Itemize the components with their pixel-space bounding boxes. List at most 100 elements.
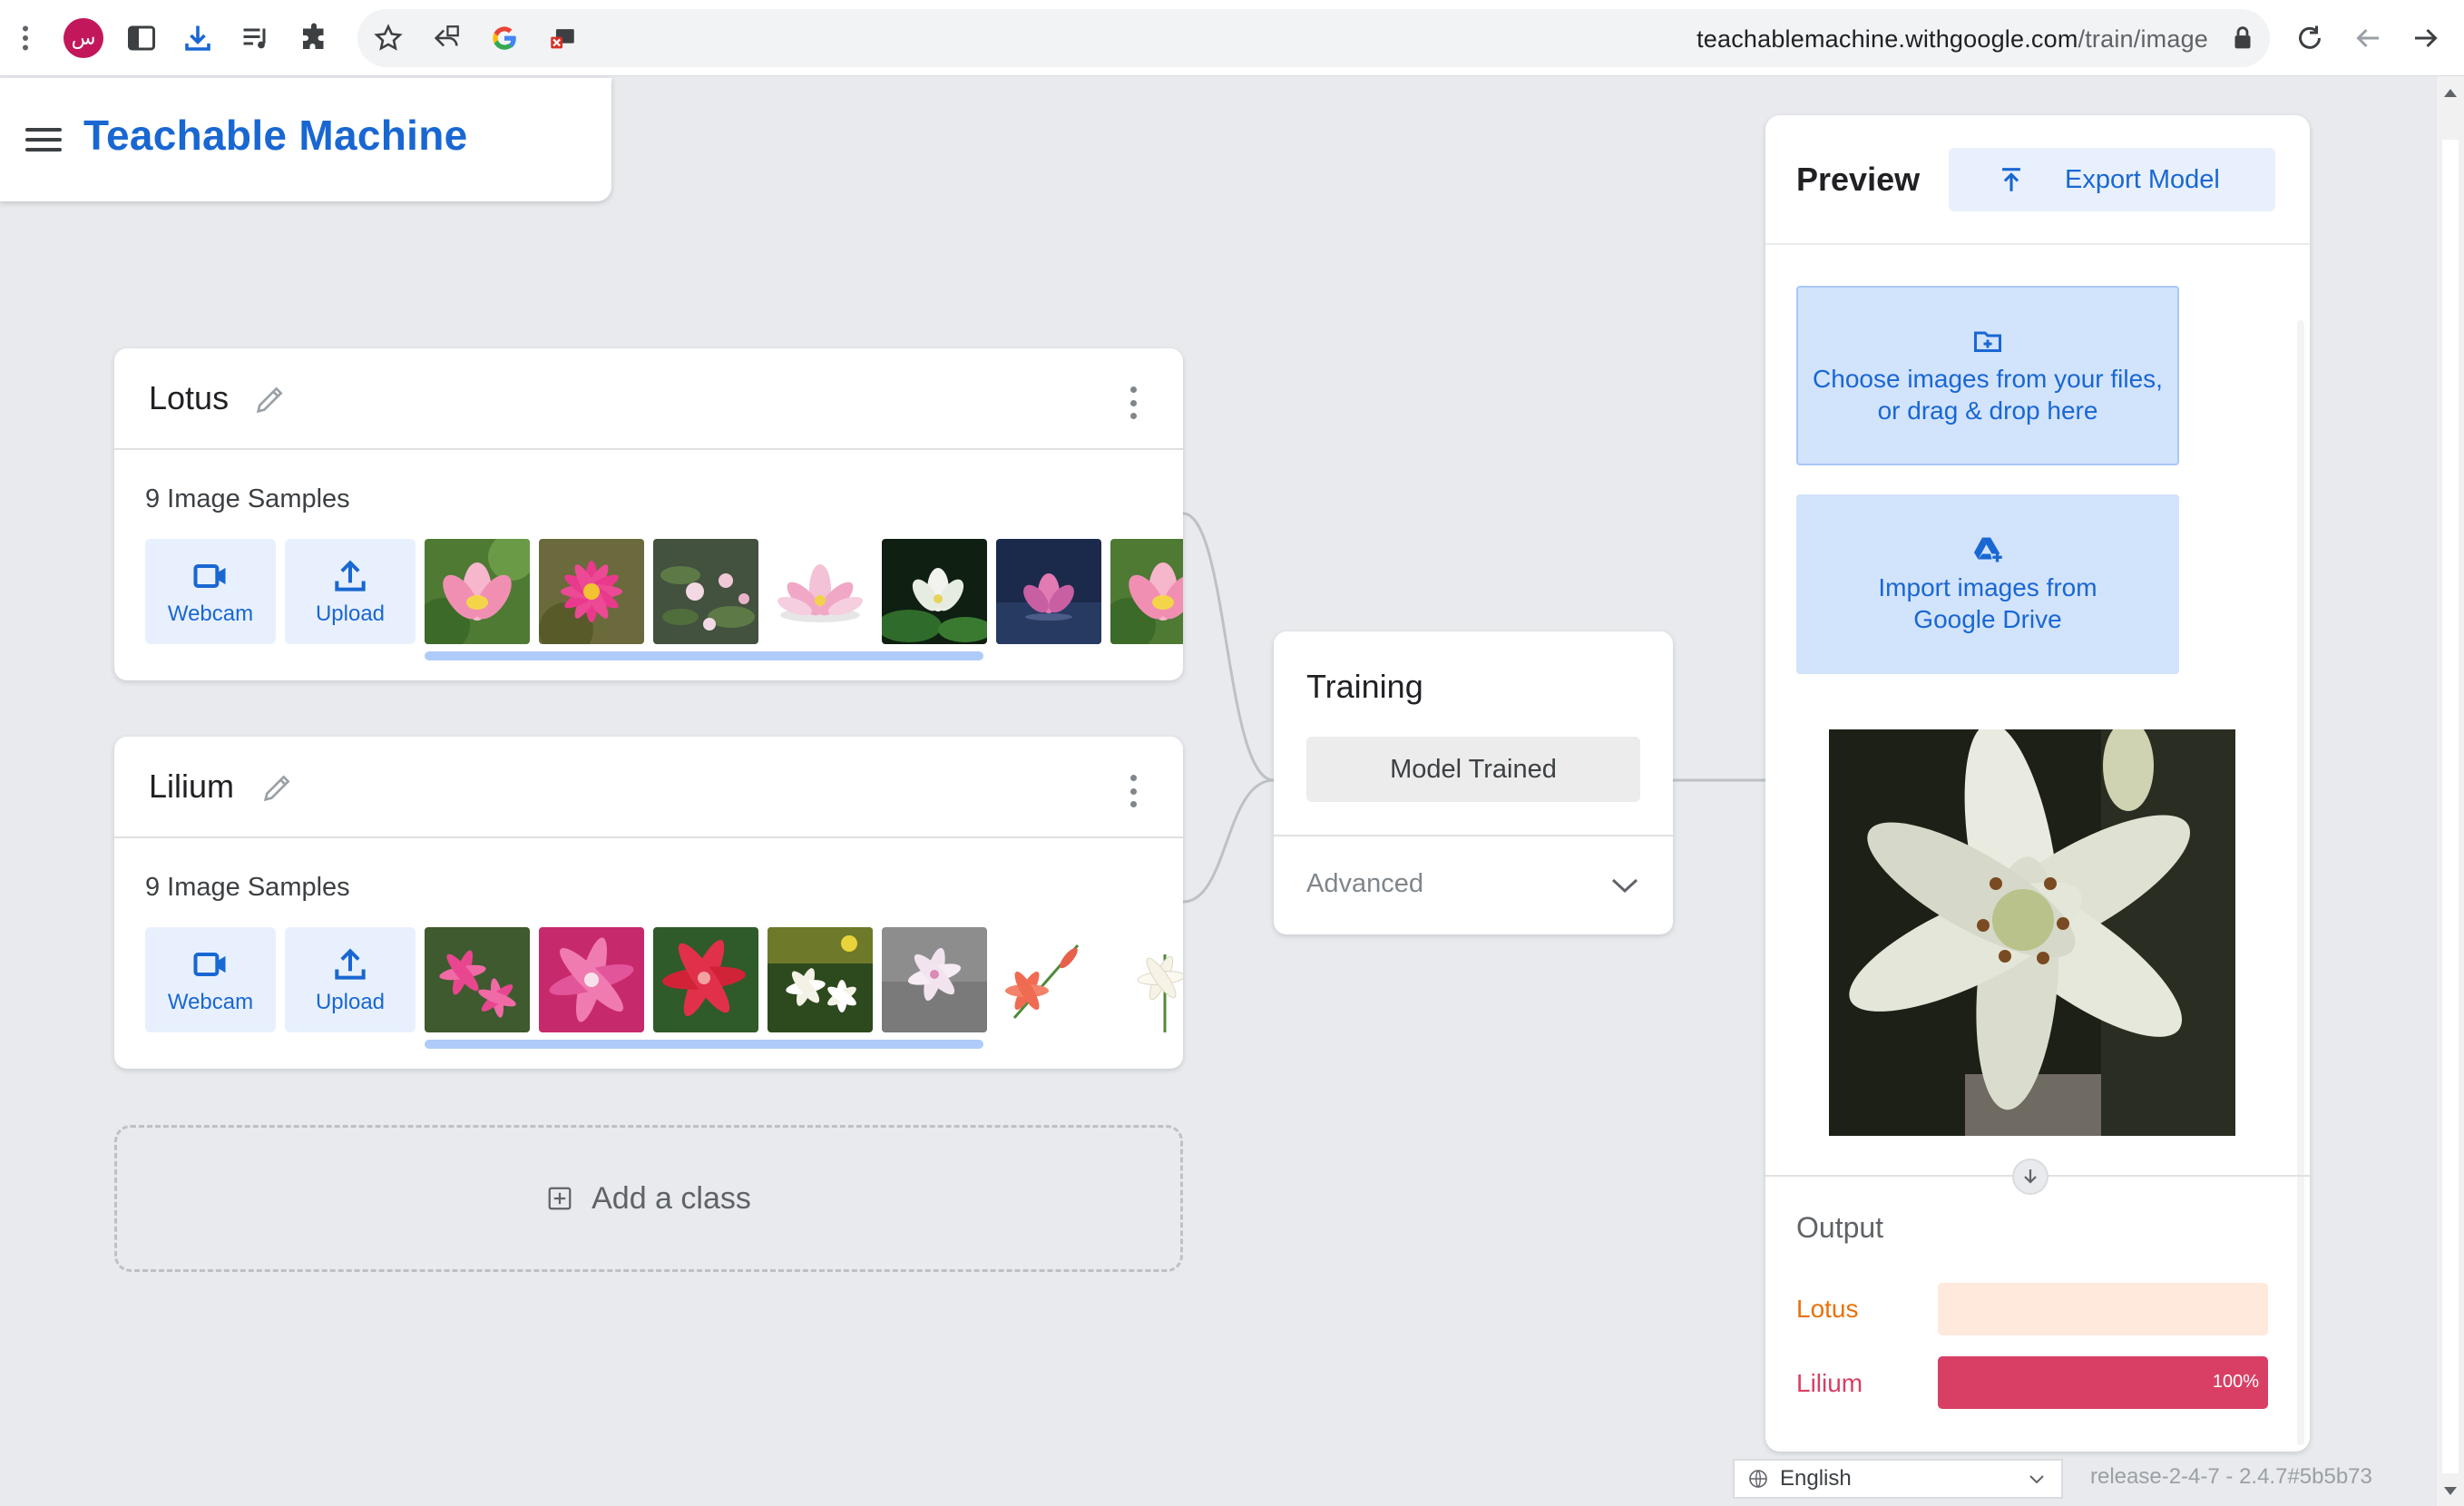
- upload-label: Upload: [315, 601, 386, 626]
- back-arrow-icon[interactable]: [2346, 16, 2390, 60]
- scroll-down-arrow-icon[interactable]: [2444, 1487, 2457, 1495]
- browser-menu-icon[interactable]: [4, 16, 47, 60]
- choose-files-line2: or drag & drop here: [1877, 396, 2098, 425]
- google-drive-import[interactable]: Import images from Google Drive: [1796, 494, 2179, 674]
- release-version: release-2-4-7 - 2.4.7#5b5b73: [2090, 1464, 2372, 1489]
- output-bar-lilium: 100%: [1938, 1356, 2268, 1409]
- share-icon[interactable]: [425, 16, 468, 60]
- chevron-down-icon: [2029, 1475, 2044, 1484]
- class-card-lotus: Lotus 9 Image Samples Webcam Upload: [114, 348, 1183, 680]
- webcam-button[interactable]: Webcam: [145, 539, 276, 644]
- media-control-icon[interactable]: [234, 16, 278, 60]
- sample-image[interactable]: [425, 539, 530, 644]
- advanced-label: Advanced: [1306, 869, 1423, 898]
- webcam-label: Webcam: [167, 601, 254, 626]
- sample-image[interactable]: [882, 539, 987, 644]
- sample-thumbnails[interactable]: [425, 927, 1183, 1032]
- add-class-button[interactable]: Add a class: [114, 1125, 1183, 1272]
- add-box-icon: [548, 1187, 572, 1210]
- browser-toolbar: س teachablemachine.withgoogle.com/train/…: [0, 0, 2464, 76]
- class-name[interactable]: Lilium: [149, 768, 234, 806]
- profile-avatar[interactable]: س: [64, 18, 103, 58]
- webcam-label: Webcam: [167, 990, 254, 1014]
- preview-title: Preview: [1796, 161, 1921, 198]
- forward-arrow-icon[interactable]: [2404, 16, 2448, 60]
- edit-pencil-icon[interactable]: [252, 381, 288, 417]
- class-name[interactable]: Lotus: [149, 379, 229, 417]
- output-title: Output: [1796, 1211, 1884, 1244]
- class-card-lilium: Lilium 9 Image Samples Webcam Upload: [114, 737, 1183, 1069]
- training-card: Training Model Trained Advanced: [1274, 631, 1673, 934]
- google-drive-add-icon: [1974, 537, 2002, 562]
- class-card-body: 9 Image Samples Webcam Upload: [114, 450, 1183, 680]
- webcam-icon: [193, 952, 226, 977]
- class-card-header: Lotus: [114, 348, 1183, 450]
- sample-image[interactable]: [768, 927, 873, 1032]
- divider: [1274, 835, 1673, 836]
- edit-pencil-icon[interactable]: [259, 769, 296, 806]
- sample-image[interactable]: [996, 539, 1101, 644]
- google-lens-icon[interactable]: [483, 16, 526, 60]
- training-title: Training: [1306, 668, 1423, 705]
- language-value: English: [1780, 1466, 1852, 1491]
- sample-image[interactable]: [539, 927, 644, 1032]
- app-title[interactable]: Teachable Machine: [83, 111, 468, 160]
- choose-files-dropzone[interactable]: Choose images from your files, or drag &…: [1796, 286, 2179, 465]
- sample-image[interactable]: [1110, 927, 1183, 1032]
- drive-line2: Google Drive: [1913, 605, 2062, 633]
- thumbnail-scrollbar[interactable]: [425, 1040, 983, 1049]
- hamburger-menu-icon[interactable]: [25, 123, 62, 156]
- scrollbar-thumb[interactable]: [2442, 140, 2459, 1473]
- sample-image[interactable]: [882, 927, 987, 1032]
- upload-icon: [335, 948, 366, 980]
- sample-image[interactable]: [653, 927, 758, 1032]
- upload-button[interactable]: Upload: [285, 927, 416, 1032]
- globe-icon: [1749, 1470, 1767, 1488]
- upload-label: Upload: [315, 990, 386, 1014]
- class-card-header: Lilium: [114, 737, 1183, 838]
- cast-blocked-icon[interactable]: [541, 16, 584, 60]
- sample-image[interactable]: [768, 539, 873, 644]
- bookmark-star-icon[interactable]: [367, 16, 410, 60]
- thumbnail-scrollbar[interactable]: [425, 651, 983, 660]
- downloads-icon[interactable]: [176, 16, 220, 60]
- train-model-button[interactable]: Model Trained: [1306, 737, 1640, 802]
- preview-scrollbar[interactable]: [2297, 320, 2304, 1445]
- more-options-icon[interactable]: [1130, 386, 1141, 419]
- add-class-label: Add a class: [592, 1180, 751, 1216]
- sample-image[interactable]: [425, 927, 530, 1032]
- upload-button[interactable]: Upload: [285, 539, 416, 644]
- chevron-down-icon: [1611, 878, 1638, 894]
- samples-count: 9 Image Samples: [145, 873, 350, 902]
- scroll-up-arrow-icon[interactable]: [2444, 89, 2457, 97]
- output-label-lotus: Lotus: [1796, 1295, 1859, 1323]
- side-panel-icon[interactable]: [120, 16, 163, 60]
- upload-icon: [335, 560, 366, 592]
- url-text[interactable]: teachablemachine.withgoogle.com/train/im…: [1696, 25, 2208, 54]
- export-model-button[interactable]: Export Model: [1949, 148, 2275, 211]
- reload-icon[interactable]: [2288, 16, 2332, 60]
- lock-icon[interactable]: [2221, 16, 2264, 60]
- url-path: /train/image: [2078, 25, 2208, 53]
- output-bar-lotus: [1938, 1283, 2268, 1335]
- arrow-down-icon: [2012, 1159, 2048, 1195]
- webcam-icon: [193, 563, 226, 589]
- more-options-icon[interactable]: [1130, 775, 1141, 807]
- drive-line1: Import images from: [1878, 573, 2097, 601]
- output-percent: 100%: [2212, 1372, 2259, 1392]
- advanced-toggle[interactable]: Advanced: [1306, 869, 1651, 905]
- choose-files-line1: Choose images from your files,: [1813, 365, 2163, 393]
- sample-thumbnails[interactable]: [425, 539, 1183, 644]
- sample-image[interactable]: [539, 539, 644, 644]
- extensions-icon[interactable]: [292, 16, 336, 60]
- export-model-label: Export Model: [2065, 164, 2220, 194]
- language-select[interactable]: English: [1733, 1459, 2063, 1499]
- sample-image[interactable]: [653, 539, 758, 644]
- sample-image[interactable]: [996, 927, 1101, 1032]
- output-bar-fill: 100%: [1938, 1356, 2268, 1409]
- sample-image[interactable]: [1110, 539, 1183, 644]
- address-bar[interactable]: teachablemachine.withgoogle.com/train/im…: [357, 9, 2270, 67]
- app-header: Teachable Machine: [0, 78, 611, 201]
- webcam-button[interactable]: Webcam: [145, 927, 276, 1032]
- page-scrollbar[interactable]: [2437, 76, 2464, 1506]
